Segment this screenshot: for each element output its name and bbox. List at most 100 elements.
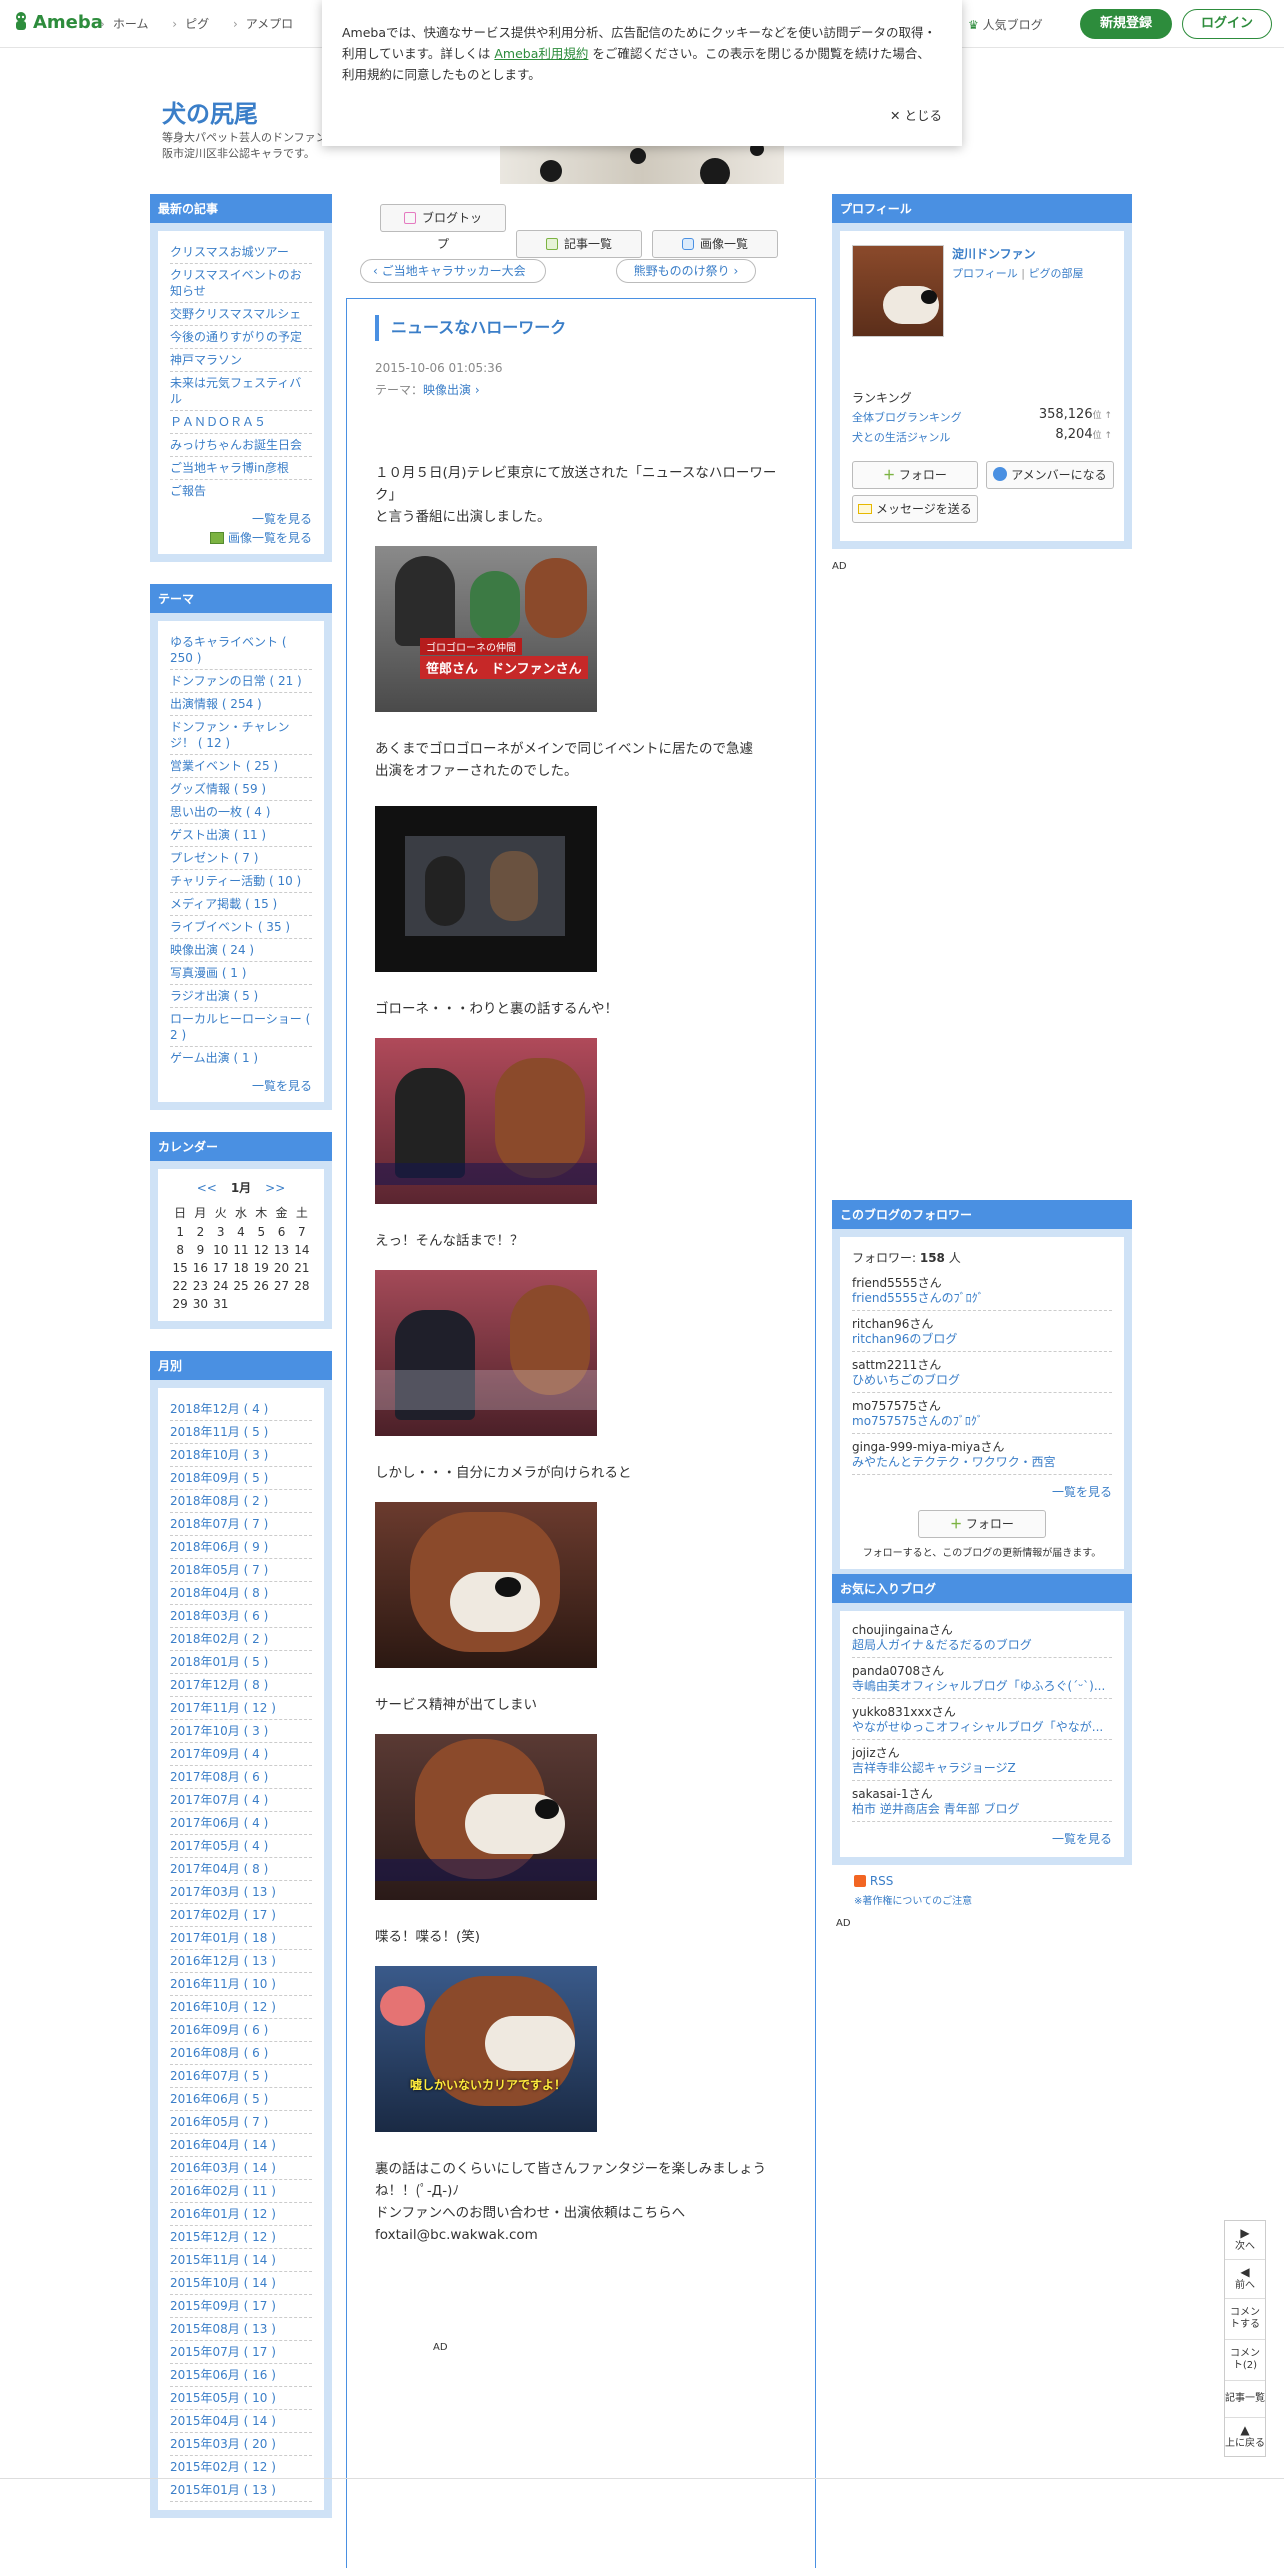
- favorite-blog-link[interactable]: 吉祥寺非公認キャラジョージZ: [852, 1761, 1112, 1781]
- latest-article-item[interactable]: みっけちゃんお誕生日会: [170, 434, 312, 457]
- theme-item[interactable]: チャリティー活動 ( 10 ): [170, 870, 312, 893]
- monthly-archive-item[interactable]: 2016年01月 ( 12 ): [170, 2203, 312, 2226]
- cookie-close-button[interactable]: ✕ とじる: [890, 105, 942, 126]
- monthly-archive-item[interactable]: 2016年04月 ( 14 ): [170, 2134, 312, 2157]
- themes-more-link[interactable]: 一覧を見る: [170, 1077, 312, 1094]
- monthly-archive-item[interactable]: 2016年12月 ( 13 ): [170, 1950, 312, 1973]
- monthly-archive-item[interactable]: 2018年08月 ( 2 ): [170, 1490, 312, 1513]
- comments-count-button[interactable]: コメント(2): [1225, 2340, 1265, 2381]
- monthly-archive-item[interactable]: 2015年02月 ( 12 ): [170, 2456, 312, 2479]
- monthly-archive-item[interactable]: 2017年04月 ( 8 ): [170, 1858, 312, 1881]
- latest-article-item[interactable]: ＰＡＮＤＯＲＡ５: [170, 411, 312, 434]
- latest-more-link[interactable]: 一覧を見る: [170, 510, 312, 527]
- monthly-archive-item[interactable]: 2017年03月 ( 13 ): [170, 1881, 312, 1904]
- follower-blog-link[interactable]: ひめいちごのブログ: [852, 1373, 1112, 1393]
- article-list-side-button[interactable]: 記事一覧: [1225, 2381, 1265, 2418]
- theme-item[interactable]: ドンファンの日常 ( 21 ): [170, 670, 312, 693]
- article-photo[interactable]: ゴロゴローネの仲間 笹郎さん ドンファンさん: [375, 546, 597, 712]
- prev-article-link[interactable]: ‹ ご当地キャラサッカー大会: [360, 259, 546, 283]
- latest-article-item[interactable]: 交野クリスマスマルシェ: [170, 303, 312, 326]
- monthly-archive-item[interactable]: 2016年08月 ( 6 ): [170, 2042, 312, 2065]
- nav-pigg[interactable]: ピグ: [172, 17, 209, 31]
- theme-item[interactable]: 出演情報 ( 254 ): [170, 693, 312, 716]
- theme-item[interactable]: 映像出演 ( 24 ): [170, 939, 312, 962]
- image-list-link[interactable]: 画像一覧を見る: [170, 529, 312, 546]
- latest-article-item[interactable]: ご報告: [170, 480, 312, 502]
- latest-article-item[interactable]: 未来は元気フェスティバル: [170, 372, 312, 411]
- theme-item[interactable]: ゆるキャライベント ( 250 ): [170, 631, 312, 670]
- nav-amepro[interactable]: アメプロ: [233, 17, 293, 31]
- article-photo[interactable]: [375, 1734, 597, 1900]
- article-title[interactable]: ニュースなハローワーク: [375, 315, 787, 341]
- monthly-archive-item[interactable]: 2017年05月 ( 4 ): [170, 1835, 312, 1858]
- theme-item[interactable]: ラジオ出演 ( 5 ): [170, 985, 312, 1008]
- article-list-button[interactable]: 記事一覧: [516, 230, 642, 258]
- blog-title[interactable]: 犬の尻尾: [162, 94, 258, 129]
- monthly-archive-item[interactable]: 2016年02月 ( 11 ): [170, 2180, 312, 2203]
- theme-item[interactable]: ゲスト出演 ( 11 ): [170, 824, 312, 847]
- image-list-button[interactable]: 画像一覧: [652, 230, 778, 258]
- monthly-archive-item[interactable]: 2017年02月 ( 17 ): [170, 1904, 312, 1927]
- favorite-blog-link[interactable]: やながせゆっこオフィシャルブログ「やなが...: [852, 1720, 1112, 1740]
- next-article-link[interactable]: 熊野もののけ祭り ›: [616, 259, 756, 283]
- next-button[interactable]: ▶ 次へ: [1225, 2221, 1265, 2260]
- monthly-archive-item[interactable]: 2017年07月 ( 4 ): [170, 1789, 312, 1812]
- back-to-top-button[interactable]: ▲ 上に戻る: [1225, 2418, 1265, 2456]
- monthly-archive-item[interactable]: 2016年05月 ( 7 ): [170, 2111, 312, 2134]
- monthly-archive-item[interactable]: 2018年11月 ( 5 ): [170, 1421, 312, 1444]
- copyright-notice-link[interactable]: ※著作権についてのご注意: [854, 1892, 972, 1907]
- monthly-archive-item[interactable]: 2018年01月 ( 5 ): [170, 1651, 312, 1674]
- monthly-archive-item[interactable]: 2017年06月 ( 4 ): [170, 1812, 312, 1835]
- monthly-archive-item[interactable]: 2015年04月 ( 14 ): [170, 2410, 312, 2433]
- latest-article-item[interactable]: 今後の通りすがりの予定: [170, 326, 312, 349]
- article-photo[interactable]: [375, 806, 597, 972]
- monthly-archive-item[interactable]: 2015年09月 ( 17 ): [170, 2295, 312, 2318]
- theme-item[interactable]: ローカルヒーローショー ( 2 ): [170, 1008, 312, 1047]
- calendar-next-link[interactable]: >>: [265, 1181, 285, 1195]
- monthly-archive-item[interactable]: 2016年09月 ( 6 ): [170, 2019, 312, 2042]
- latest-article-item[interactable]: クリスマスイベントのお知らせ: [170, 264, 312, 303]
- followers-more-link[interactable]: 一覧を見る: [852, 1483, 1112, 1500]
- monthly-archive-item[interactable]: 2016年06月 ( 5 ): [170, 2088, 312, 2111]
- monthly-archive-item[interactable]: 2016年10月 ( 12 ): [170, 1996, 312, 2019]
- follow-button[interactable]: ＋ フォロー: [852, 461, 978, 489]
- theme-item[interactable]: プレゼント ( 7 ): [170, 847, 312, 870]
- article-theme-link[interactable]: 映像出演: [423, 383, 471, 397]
- monthly-archive-item[interactable]: 2015年06月 ( 16 ): [170, 2364, 312, 2387]
- theme-item[interactable]: ライブイベント ( 35 ): [170, 916, 312, 939]
- theme-item[interactable]: ドンファン・チャレンジ！ ( 12 ): [170, 716, 312, 755]
- follower-blog-link[interactable]: ritchan96のブログ: [852, 1332, 1112, 1352]
- monthly-archive-item[interactable]: 2017年12月 ( 8 ): [170, 1674, 312, 1697]
- monthly-archive-item[interactable]: 2016年11月 ( 10 ): [170, 1973, 312, 1996]
- theme-item[interactable]: ゲーム出演 ( 1 ): [170, 1047, 312, 1069]
- article-photo[interactable]: [375, 1502, 597, 1668]
- theme-item[interactable]: 営業イベント ( 25 ): [170, 755, 312, 778]
- profile-link[interactable]: プロフィール: [952, 267, 1018, 280]
- pigg-room-link[interactable]: ピグの部屋: [1029, 267, 1084, 280]
- monthly-archive-item[interactable]: 2018年03月 ( 6 ): [170, 1605, 312, 1628]
- favorite-blog-link[interactable]: 寺嶋由芙オフィシャルブログ「ゆふろぐ(ˊᵕˋ)...: [852, 1679, 1112, 1699]
- follower-blog-link[interactable]: みやたんとテクテク・ワクワク・西宮: [852, 1455, 1112, 1475]
- monthly-archive-item[interactable]: 2018年04月 ( 8 ): [170, 1582, 312, 1605]
- monthly-archive-item[interactable]: 2015年08月 ( 13 ): [170, 2318, 312, 2341]
- article-photo[interactable]: 嘘しかいないカリアですよ！: [375, 1966, 597, 2132]
- monthly-archive-item[interactable]: 2018年12月 ( 4 ): [170, 1398, 312, 1421]
- monthly-archive-item[interactable]: 2015年11月 ( 14 ): [170, 2249, 312, 2272]
- latest-article-item[interactable]: クリスマスお城ツアー: [170, 241, 312, 264]
- monthly-archive-item[interactable]: 2017年08月 ( 6 ): [170, 1766, 312, 1789]
- calendar-prev-link[interactable]: <<: [197, 1181, 217, 1195]
- monthly-archive-item[interactable]: 2018年02月 ( 2 ): [170, 1628, 312, 1651]
- latest-article-item[interactable]: ご当地キャラ博in彦根: [170, 457, 312, 480]
- message-button[interactable]: メッセージを送る: [852, 495, 978, 523]
- theme-item[interactable]: グッズ情報 ( 59 ): [170, 778, 312, 801]
- monthly-archive-item[interactable]: 2015年10月 ( 14 ): [170, 2272, 312, 2295]
- article-photo[interactable]: [375, 1038, 597, 1204]
- rss-link[interactable]: RSS: [854, 1874, 893, 1888]
- terms-link[interactable]: Ameba利用規約: [494, 46, 588, 61]
- monthly-archive-item[interactable]: 2018年10月 ( 3 ): [170, 1444, 312, 1467]
- register-button[interactable]: 新規登録: [1080, 9, 1172, 39]
- follower-blog-link[interactable]: mo757575さんのﾌﾞﾛｸﾞ: [852, 1414, 1112, 1434]
- monthly-archive-item[interactable]: 2018年06月 ( 9 ): [170, 1536, 312, 1559]
- monthly-archive-item[interactable]: 2015年01月 ( 13 ): [170, 2479, 312, 2502]
- blog-top-button[interactable]: ブログトップ: [380, 204, 506, 251]
